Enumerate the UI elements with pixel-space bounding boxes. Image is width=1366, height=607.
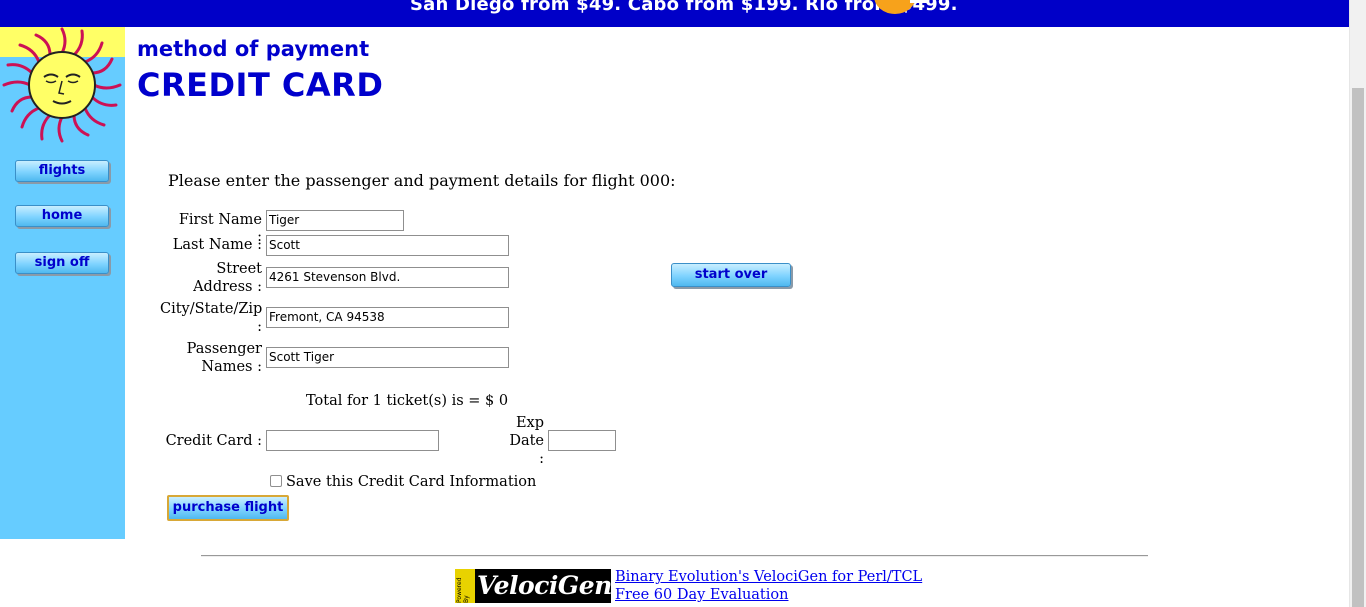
ticket-total: Total for 1 ticket(s) is = $ 0 bbox=[306, 393, 509, 409]
powered-by-text: Powered By bbox=[456, 577, 470, 603]
street-label-line1: Street bbox=[216, 261, 262, 277]
exp-label-line2: Date bbox=[509, 433, 544, 449]
velocigen-logo-text: VelociGen! bbox=[477, 571, 623, 600]
page-title: CREDIT CARD bbox=[137, 66, 384, 104]
velocigen-logo[interactable]: Powered By VelociGen! bbox=[455, 569, 623, 603]
last-name-label: Last Name : bbox=[172, 237, 262, 253]
sidebar: flights home sign off bbox=[0, 27, 125, 539]
free-evaluation-link[interactable]: Free 60 Day Evaluation bbox=[615, 587, 788, 603]
passenger-label-line1: Passenger bbox=[186, 341, 262, 357]
form-intro: Please enter the passenger and payment d… bbox=[168, 171, 676, 190]
home-button[interactable]: home bbox=[15, 205, 109, 227]
footer-divider bbox=[201, 555, 1148, 557]
velocigen-link[interactable]: Binary Evolution's VelociGen for Perl/TC… bbox=[615, 569, 922, 585]
purchase-flight-button[interactable]: purchase flight bbox=[167, 495, 289, 521]
flights-button[interactable]: flights bbox=[15, 160, 109, 182]
save-card-label: Save this Credit Card Information bbox=[286, 474, 537, 490]
save-card-checkbox[interactable] bbox=[270, 475, 282, 487]
street-label-line2: Address : bbox=[193, 279, 262, 295]
exp-label-line3: : bbox=[539, 451, 544, 467]
passenger-label-line2: Names : bbox=[201, 359, 262, 375]
start-over-button[interactable]: start over bbox=[671, 263, 791, 287]
city-label-line1: City/State/Zip bbox=[160, 301, 263, 317]
sun-logo bbox=[0, 27, 125, 144]
credit-card-label: Credit Card : bbox=[165, 433, 262, 449]
last-name-field[interactable]: Scott bbox=[266, 235, 509, 256]
top-ad-banner[interactable]: San Diego from $49. Cabo from $199. Rio … bbox=[0, 0, 1349, 27]
scrollbar-thumb[interactable] bbox=[1352, 88, 1364, 607]
city-state-zip-field[interactable]: Fremont, CA 94538 bbox=[266, 307, 509, 328]
first-name-field[interactable]: Tiger bbox=[266, 210, 404, 231]
sign-off-button[interactable]: sign off bbox=[15, 252, 109, 274]
page-subtitle: method of payment bbox=[137, 37, 370, 61]
exp-date-field[interactable] bbox=[548, 430, 616, 451]
city-label-line2: : bbox=[257, 319, 262, 335]
credit-card-field[interactable] bbox=[266, 430, 439, 451]
vertical-scrollbar[interactable] bbox=[1349, 0, 1366, 607]
passenger-names-field[interactable]: Scott Tiger bbox=[266, 347, 509, 368]
exp-label-line1: Exp bbox=[515, 415, 544, 431]
street-address-field[interactable]: 4261 Stevenson Blvd. bbox=[266, 267, 509, 288]
powered-by-badge: Powered By bbox=[455, 569, 475, 603]
banner-decoration bbox=[910, 0, 928, 3]
